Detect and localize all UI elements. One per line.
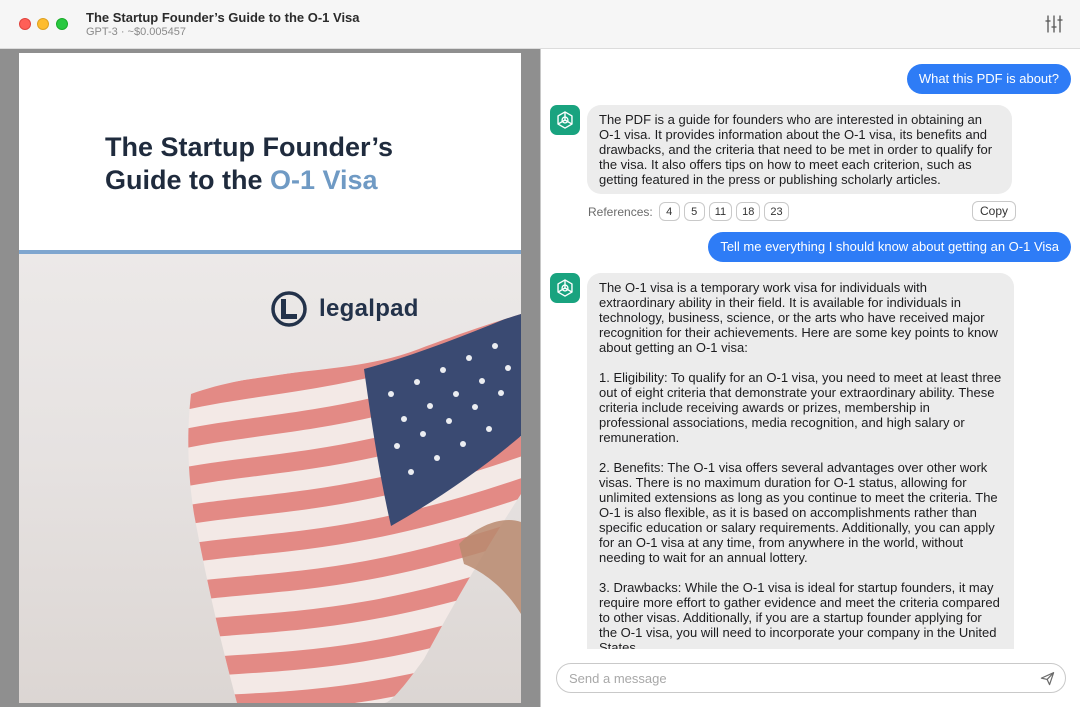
window-title: The Startup Founder’s Guide to the O-1 V… bbox=[86, 10, 360, 25]
chat-pane[interactable]: What this PDF is about? The PDF is a gui… bbox=[541, 49, 1080, 707]
openai-logo-icon bbox=[557, 279, 573, 297]
reference-chip-23[interactable]: 23 bbox=[764, 202, 789, 221]
reference-chip-11[interactable]: 11 bbox=[708, 202, 733, 221]
copy-button[interactable]: Copy bbox=[972, 201, 1017, 221]
pdf-viewer[interactable]: The Startup Founder’s Guide to the O-1 V… bbox=[0, 49, 541, 707]
message-composer bbox=[556, 663, 1066, 693]
maximize-window-button[interactable] bbox=[56, 18, 68, 30]
user-message: What this PDF is about? bbox=[906, 64, 1071, 94]
pdf-title-accent: O-1 Visa bbox=[270, 165, 378, 195]
reference-chip-5[interactable]: 5 bbox=[683, 202, 705, 221]
pdf-title-line-2: Guide to the bbox=[105, 165, 270, 195]
legalpad-brand: legalpad bbox=[271, 291, 419, 327]
openai-logo-icon bbox=[557, 111, 573, 129]
assistant-message: The O-1 visa is a temporary work visa fo… bbox=[587, 273, 1014, 649]
assistant-message: The PDF is a guide for founders who are … bbox=[587, 105, 1012, 194]
title-bar: The Startup Founder’s Guide to the O-1 V… bbox=[0, 0, 1080, 49]
assistant-message-paragraph: The O-1 visa is a temporary work visa fo… bbox=[599, 280, 998, 355]
reference-chip-4[interactable]: 4 bbox=[658, 202, 680, 221]
send-icon[interactable] bbox=[1040, 671, 1055, 686]
reference-chip-18[interactable]: 18 bbox=[736, 202, 761, 221]
assistant-message-paragraph: The PDF is a guide for founders who are … bbox=[599, 112, 993, 187]
close-window-button[interactable] bbox=[19, 18, 31, 30]
message-input[interactable] bbox=[569, 670, 1019, 687]
flag-photo: legalpad bbox=[19, 254, 521, 703]
user-message-text: Tell me everything I should know about g… bbox=[720, 239, 1059, 254]
pdf-cover-title: The Startup Founder’s Guide to the O-1 V… bbox=[105, 131, 505, 197]
window-subtitle: GPT-3 · ~$0.005457 bbox=[86, 26, 186, 38]
pdf-cover-header: The Startup Founder’s Guide to the O-1 V… bbox=[19, 53, 521, 250]
minimize-window-button[interactable] bbox=[37, 18, 49, 30]
user-message: Tell me everything I should know about g… bbox=[708, 232, 1071, 262]
assistant-avatar bbox=[550, 273, 580, 303]
references-row: References: 4 5 11 18 23 bbox=[588, 202, 793, 221]
assistant-message-paragraph: 2. Benefits: The O-1 visa offers several… bbox=[599, 460, 998, 565]
pdf-title-line-1: The Startup Founder’s bbox=[105, 132, 394, 162]
legalpad-logo-icon bbox=[271, 291, 307, 327]
assistant-message-paragraph: 3. Drawbacks: While the O-1 visa is idea… bbox=[599, 580, 1000, 649]
settings-button[interactable] bbox=[1044, 14, 1064, 34]
sliders-icon bbox=[1045, 15, 1063, 33]
assistant-avatar bbox=[550, 105, 580, 135]
assistant-message-paragraph: 1. Eligibility: To qualify for an O-1 vi… bbox=[599, 370, 1002, 445]
brand-name: legalpad bbox=[319, 295, 419, 322]
references-label: References: bbox=[588, 204, 653, 219]
user-message-text: What this PDF is about? bbox=[918, 71, 1059, 86]
pdf-page: The Startup Founder’s Guide to the O-1 V… bbox=[19, 53, 521, 703]
american-flag-image bbox=[188, 314, 521, 703]
